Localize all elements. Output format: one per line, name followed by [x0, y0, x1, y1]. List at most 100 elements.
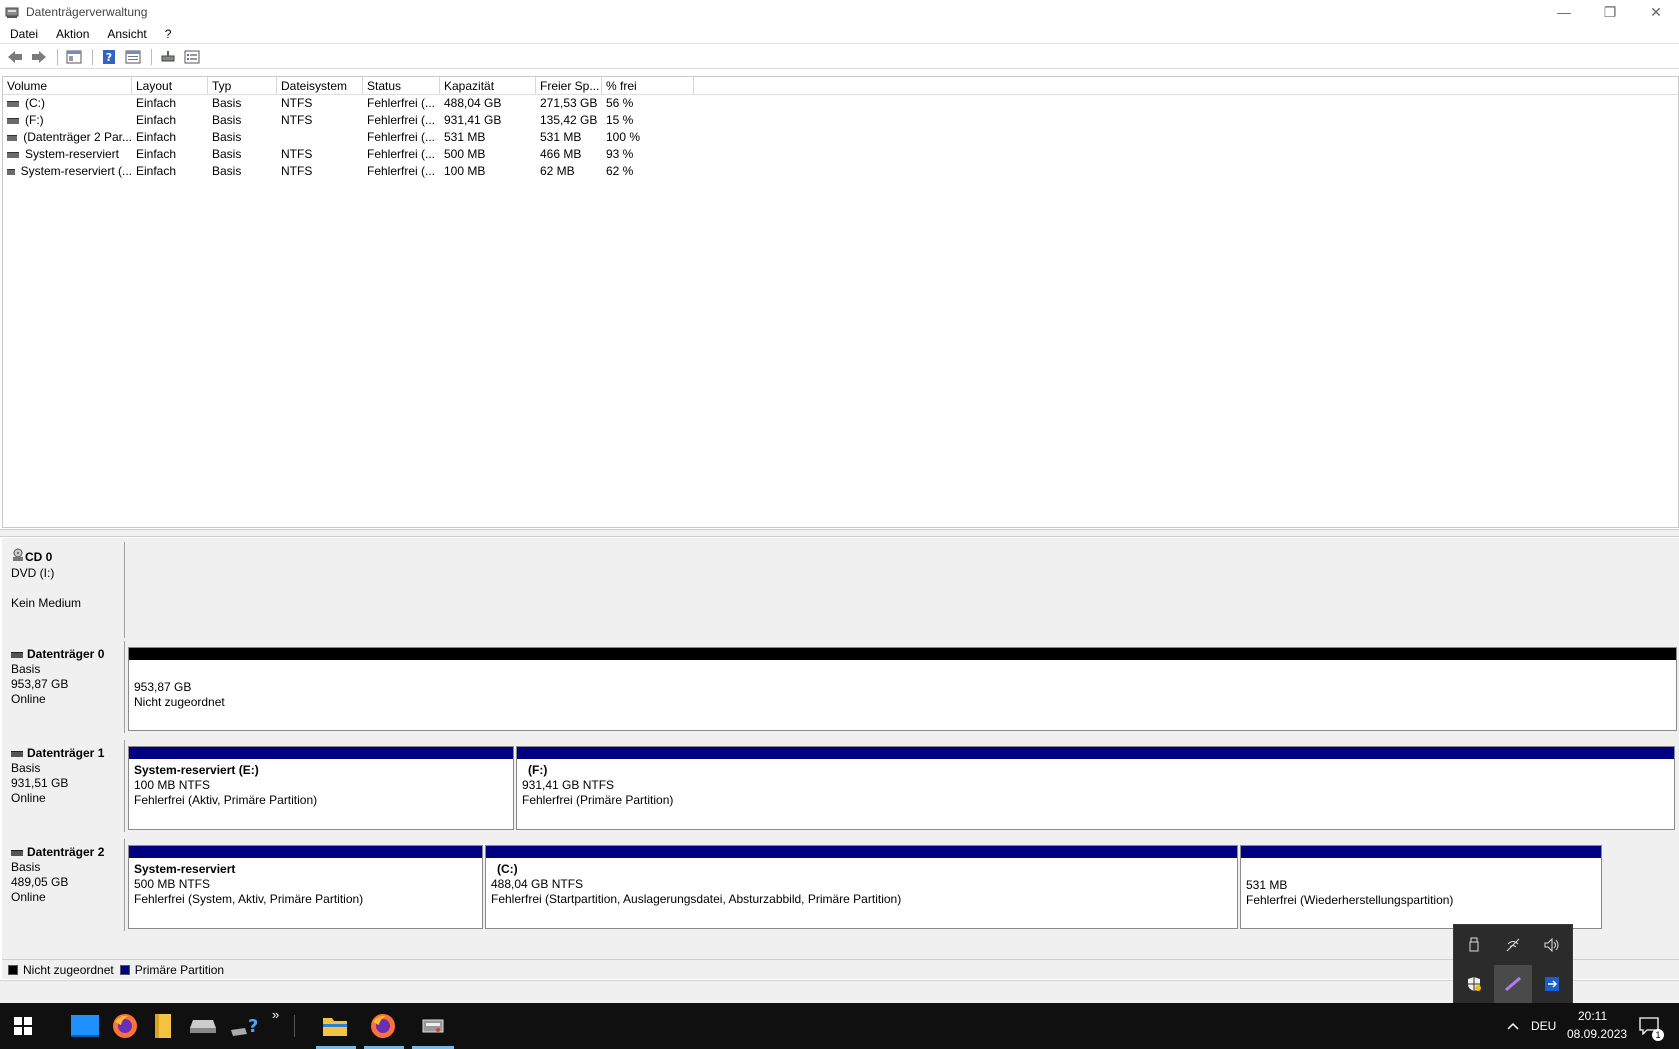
- pen-app-icon[interactable]: [1494, 965, 1532, 1003]
- cell-status: Fehlerfrei (...: [367, 96, 436, 110]
- partition-desc: Nicht zugeordnet: [134, 695, 225, 709]
- partition-bar: [129, 648, 1676, 660]
- properties-icon[interactable]: [122, 47, 144, 67]
- security-shield-icon[interactable]: [1455, 965, 1493, 1003]
- column-header-typ[interactable]: Typ: [208, 77, 277, 94]
- help-icon[interactable]: ?: [98, 47, 120, 67]
- close-button[interactable]: ✕: [1633, 0, 1679, 24]
- disk-label-1[interactable]: Datenträger 1 Basis 931,51 GB Online: [2, 740, 125, 832]
- cd-drive-icon: [11, 548, 25, 566]
- disk-drive-icon[interactable]: [188, 1011, 218, 1041]
- help-drive-icon[interactable]: ?: [228, 1011, 258, 1041]
- disk-label-cd0[interactable]: CD 0 DVD (I:) Kein Medium: [2, 542, 125, 638]
- partition-desc: Fehlerfrei (Wiederherstellungspartition): [1246, 893, 1454, 907]
- restore-button[interactable]: ❐: [1587, 0, 1633, 24]
- disk-size: 931,51 GB: [11, 776, 69, 790]
- minimize-button[interactable]: —: [1541, 0, 1587, 24]
- teamviewer-icon[interactable]: [1533, 965, 1571, 1003]
- partition-name: (C:): [497, 862, 518, 876]
- menu-datei[interactable]: Datei: [2, 27, 46, 41]
- file-explorer-icon[interactable]: [320, 1011, 350, 1041]
- list-view-icon[interactable]: [181, 47, 203, 67]
- disk-state: Online: [11, 791, 46, 805]
- cell-kapazitaet: 500 MB: [444, 147, 486, 161]
- firefox-icon[interactable]: [110, 1011, 140, 1041]
- partition-system-reserved[interactable]: System-reserviert 500 MB NTFS Fehlerfrei…: [128, 845, 483, 929]
- cell-prozent-frei: 93 %: [606, 147, 634, 161]
- taskbar-separator: [294, 1015, 295, 1037]
- menu-aktion[interactable]: Aktion: [48, 27, 97, 41]
- volume-icon[interactable]: [1533, 926, 1571, 964]
- column-header-volume[interactable]: Volume: [3, 77, 132, 94]
- title-bar: Datenträgerverwaltung — ❐ ✕: [0, 0, 1679, 24]
- cell-status: Fehlerfrei (...: [367, 130, 436, 144]
- partition-f[interactable]: (F:) 931,41 GB NTFS Fehlerfrei (Primäre …: [516, 746, 1675, 830]
- forward-icon[interactable]: [28, 47, 50, 67]
- partition-desc: Fehlerfrei (Aktiv, Primäre Partition): [134, 793, 318, 807]
- table-row[interactable]: System-reserviert (... Einfach Basis NTF…: [3, 163, 1678, 180]
- volume-list[interactable]: Volume Layout Typ Dateisystem Status Kap…: [2, 76, 1679, 528]
- cell-layout: Einfach: [136, 164, 177, 178]
- column-header-prozent-frei[interactable]: % frei: [602, 77, 694, 94]
- disk-row-cd0: CD 0 DVD (I:) Kein Medium: [2, 542, 1679, 638]
- menu-help[interactable]: ?: [157, 27, 180, 41]
- desktop-icon[interactable]: [70, 1011, 100, 1041]
- windows-start-icon[interactable]: [8, 1011, 38, 1041]
- usb-eject-icon[interactable]: [1455, 926, 1493, 964]
- notification-count-badge: 1: [1652, 1029, 1664, 1041]
- partition-c[interactable]: (C:) 488,04 GB NTFS Fehlerfrei (Startpar…: [485, 845, 1238, 929]
- disk-label-2[interactable]: Datenträger 2 Basis 489,05 GB Online: [2, 839, 125, 931]
- table-row[interactable]: System-reserviert Einfach Basis NTFS Feh…: [3, 146, 1678, 163]
- pane-splitter[interactable]: [0, 529, 1679, 537]
- legend-label-primary: Primäre Partition: [134, 962, 225, 977]
- partition-size: 931,41 GB NTFS: [522, 778, 615, 792]
- column-header-layout[interactable]: Layout: [132, 77, 208, 94]
- cell-prozent-frei: 62 %: [606, 164, 634, 178]
- drive-icon: [7, 100, 19, 107]
- tray-expand-chevron-icon[interactable]: [1498, 1011, 1528, 1041]
- disk-management-taskbar-icon[interactable]: [418, 1011, 448, 1041]
- menu-ansicht[interactable]: Ansicht: [99, 27, 154, 41]
- table-row[interactable]: (C:) Einfach Basis NTFS Fehlerfrei (... …: [3, 95, 1678, 112]
- partition-system-reserved-e[interactable]: System-reserviert (E:) 100 MB NTFS Fehle…: [128, 746, 514, 830]
- disk-size: 489,05 GB: [11, 875, 69, 889]
- disk-icon: [11, 750, 23, 757]
- cell-status: Fehlerfrei (...: [367, 113, 436, 127]
- clock-date[interactable]: 08.09.2023: [1567, 1027, 1627, 1041]
- cell-kapazitaet: 488,04 GB: [444, 96, 502, 110]
- table-row[interactable]: (F:) Einfach Basis NTFS Fehlerfrei (... …: [3, 112, 1678, 129]
- column-header-status[interactable]: Status: [363, 77, 440, 94]
- cell-dateisystem: NTFS: [281, 96, 313, 110]
- firefox-running-icon[interactable]: [368, 1011, 398, 1041]
- cell-dateisystem: NTFS: [281, 164, 313, 178]
- column-header-freier-speicher[interactable]: Freier Sp...: [536, 77, 602, 94]
- cell-freier-speicher: 466 MB: [540, 147, 582, 161]
- partition-unallocated[interactable]: 953,87 GB Nicht zugeordnet: [128, 647, 1677, 731]
- disk-type: Basis: [11, 860, 41, 874]
- cell-freier-speicher: 135,42 GB: [540, 113, 598, 127]
- legend-swatch-primary: [119, 964, 130, 975]
- input-language[interactable]: DEU: [1531, 1019, 1556, 1033]
- partition-recovery[interactable]: 531 MB Fehlerfrei (Wiederherstellungspar…: [1240, 845, 1602, 929]
- legend-label-unallocated: Nicht zugeordnet: [23, 962, 114, 977]
- cell-volume: (C:): [25, 96, 45, 110]
- file-folder-icon[interactable]: [148, 1011, 178, 1041]
- disk-name-text: CD 0: [25, 549, 53, 564]
- svg-text:?: ?: [248, 1016, 257, 1037]
- disk-label-0[interactable]: Datenträger 0 Basis 953,87 GB Online: [2, 641, 125, 733]
- clock-time[interactable]: 20:11: [1578, 1009, 1607, 1023]
- drive-icon: [7, 117, 19, 124]
- back-icon[interactable]: [4, 47, 26, 67]
- console-tree-icon[interactable]: [63, 47, 85, 67]
- disk-row-0: Datenträger 0 Basis 953,87 GB Online 953…: [2, 641, 1679, 733]
- disk-name: Datenträger 2: [11, 845, 124, 860]
- rescan-icon[interactable]: [157, 47, 179, 67]
- network-icon[interactable]: [1494, 926, 1532, 964]
- legend: Nicht zugeordnet Primäre Partition: [2, 959, 1679, 979]
- column-header-dateisystem[interactable]: Dateisystem: [277, 77, 363, 94]
- disk-name-text: Datenträger 1: [27, 746, 105, 760]
- column-header-kapazitaet[interactable]: Kapazität: [440, 77, 536, 94]
- table-row[interactable]: (Datenträger 2 Par... Einfach Basis Fehl…: [3, 129, 1678, 146]
- taskbar-overflow-chevron[interactable]: »: [272, 1007, 279, 1022]
- partition-size: 531 MB: [1246, 878, 1288, 892]
